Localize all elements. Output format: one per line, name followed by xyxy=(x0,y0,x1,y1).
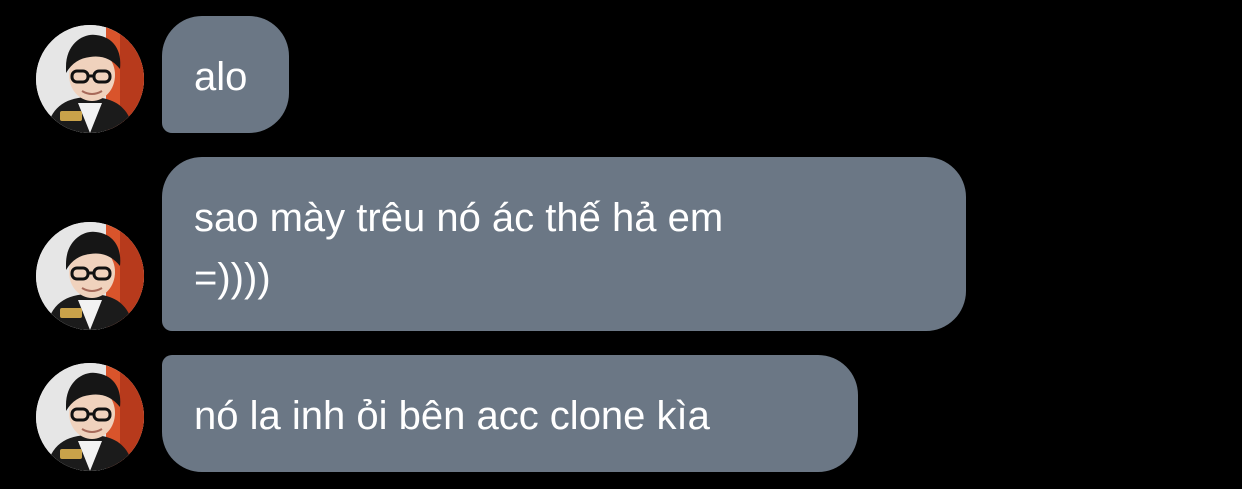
message-bubble[interactable]: alo xyxy=(162,16,289,133)
message-text: alo xyxy=(194,55,248,99)
avatar[interactable] xyxy=(36,25,144,133)
message-bubble[interactable]: sao mày trêu nó ác thế hả em =)))) xyxy=(162,157,966,331)
message-text: nó la inh ỏi bên acc clone kìa xyxy=(194,394,710,438)
message-text: =)))) xyxy=(194,256,271,300)
chat-thread: alo sao mày trêu nó ác thế hả em =)))) n… xyxy=(0,0,1242,489)
message-bubble[interactable]: nó la inh ỏi bên acc clone kìa xyxy=(162,355,858,472)
avatar[interactable] xyxy=(36,222,144,330)
avatar-photo-icon xyxy=(36,222,144,330)
avatar-photo-icon xyxy=(36,25,144,133)
avatar-photo-icon xyxy=(36,363,144,471)
avatar[interactable] xyxy=(36,363,144,471)
message-text: sao mày trêu nó ác thế hả em xyxy=(194,196,724,240)
